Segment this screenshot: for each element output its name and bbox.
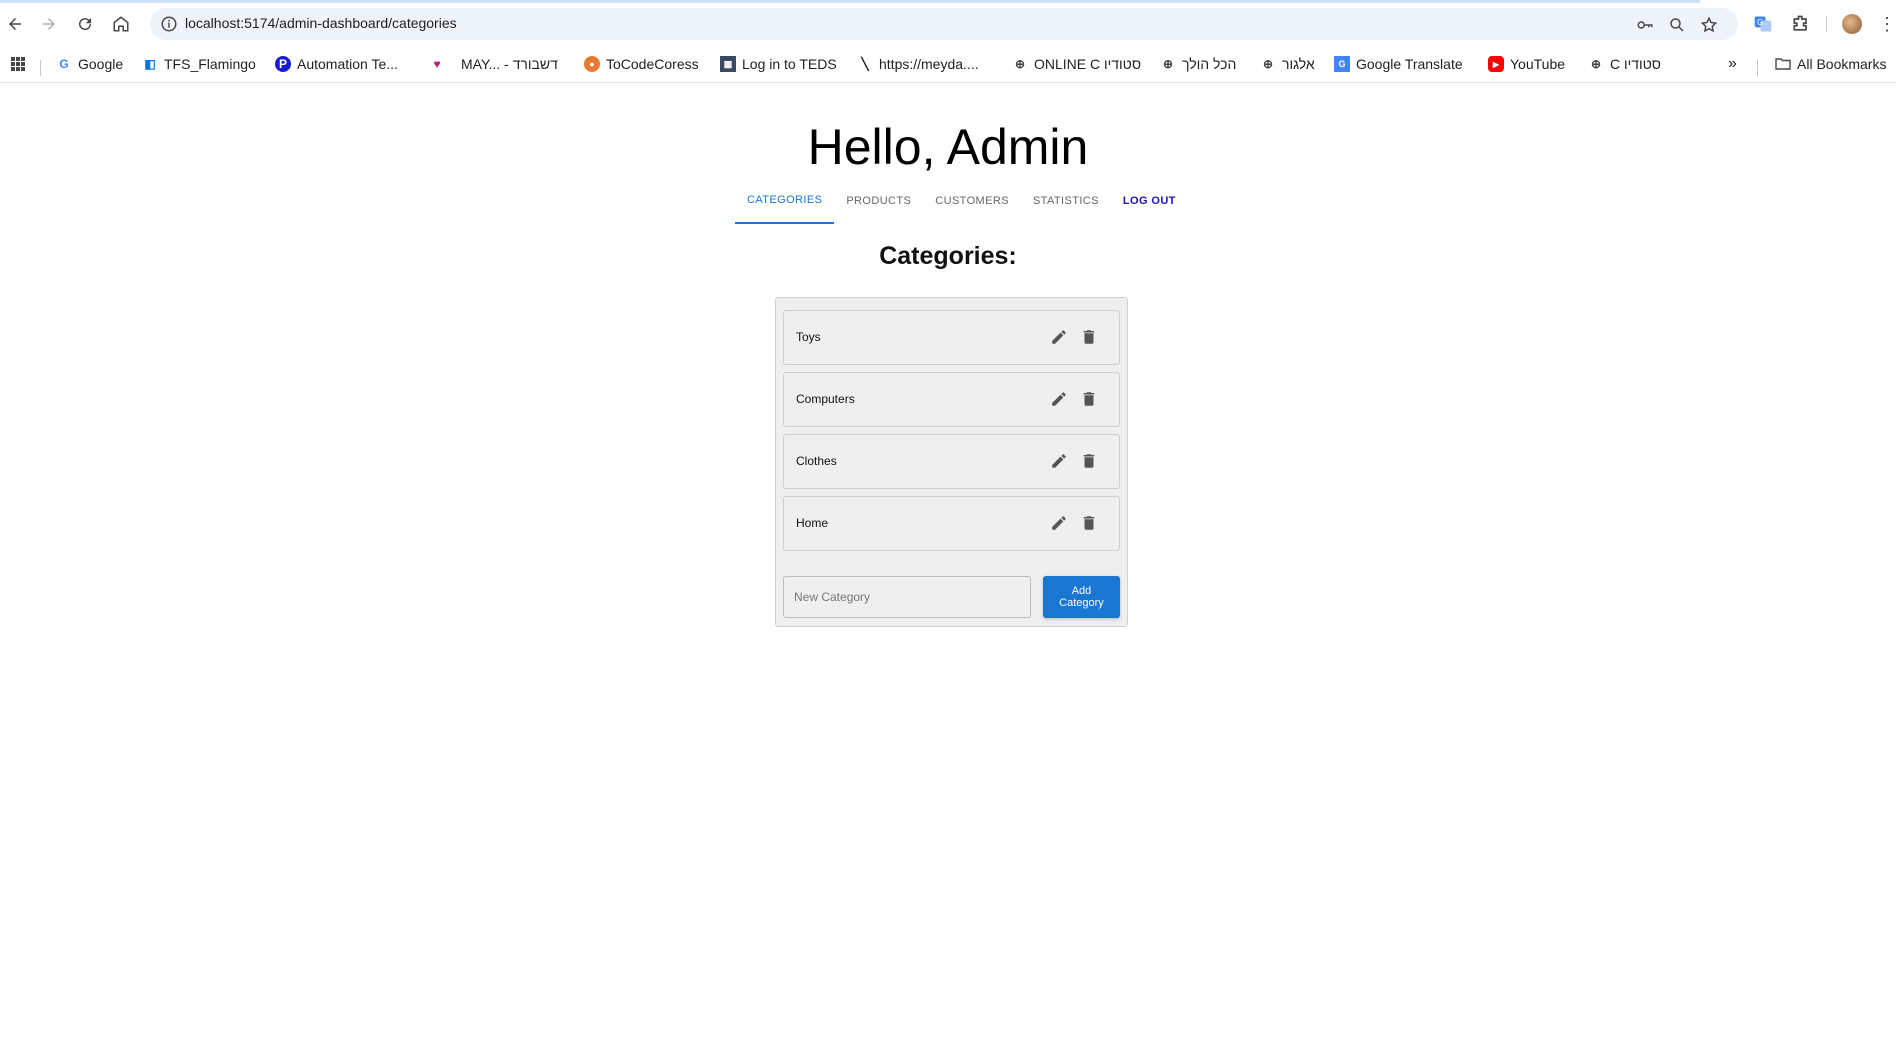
- bookmark-label: ONLINE C סטודיו: [1034, 56, 1142, 72]
- category-item: Clothes: [783, 434, 1120, 489]
- back-icon[interactable]: [0, 9, 30, 39]
- reload-icon[interactable]: [70, 9, 100, 39]
- bookmarks-bar: G Google ◧ TFS_Flamingo P Automation Te.…: [0, 46, 1896, 83]
- bookmark-online-c-studio[interactable]: ⊕ ONLINE C סטודיו: [1012, 54, 1141, 74]
- translate-extension-icon[interactable]: G: [1748, 9, 1778, 39]
- site-info-icon[interactable]: [160, 15, 178, 33]
- bookmark-label: TFS_Flamingo: [164, 56, 256, 72]
- bookmark-may-dashboard[interactable]: ♥ MAY... - דשבורד: [429, 54, 558, 74]
- category-name: Clothes: [796, 454, 837, 468]
- bookmark-label: Automation Te...: [297, 56, 398, 72]
- edit-icon[interactable]: [1050, 328, 1070, 348]
- admin-dashboard-page: Hello, Admin CATEGORIES PRODUCTS CUSTOME…: [0, 82, 1896, 1041]
- home-icon[interactable]: [106, 9, 136, 39]
- edit-icon[interactable]: [1050, 390, 1070, 410]
- bookmarks-overflow-icon[interactable]: »: [1728, 54, 1737, 74]
- globe-icon: ⊕: [1590, 57, 1602, 71]
- add-category-button[interactable]: Add Category: [1043, 576, 1120, 618]
- profile-avatar[interactable]: [1842, 14, 1862, 34]
- zoom-icon[interactable]: [1666, 14, 1688, 36]
- bookmark-tfs-flamingo[interactable]: ◧ TFS_Flamingo: [142, 54, 256, 74]
- teds-icon: ▦: [720, 56, 736, 72]
- browser-toolbar: localhost:5174/admin-dashboard/categorie…: [0, 0, 1896, 46]
- category-name: Home: [796, 516, 829, 530]
- slash-icon: ╲: [861, 57, 869, 71]
- bookmark-youtube[interactable]: ▶ YouTube: [1488, 54, 1565, 74]
- address-bar[interactable]: localhost:5174/admin-dashboard/categorie…: [150, 8, 1738, 40]
- delete-icon[interactable]: [1080, 452, 1100, 472]
- bookmark-label: C סטודיו: [1610, 56, 1661, 72]
- category-item: Toys: [783, 310, 1120, 365]
- tab-statistics[interactable]: STATISTICS: [1021, 178, 1111, 224]
- admin-tabs: CATEGORIES PRODUCTS CUSTOMERS STATISTICS…: [735, 178, 1188, 224]
- browser-menu-icon[interactable]: ⋮: [1878, 14, 1896, 34]
- category-item: Computers: [783, 372, 1120, 427]
- new-category-input[interactable]: [783, 576, 1031, 618]
- bookmark-label: https://meyda....: [879, 56, 979, 72]
- extensions-puzzle-icon[interactable]: [1786, 9, 1816, 39]
- logout-button[interactable]: LOG OUT: [1111, 178, 1188, 224]
- bookmark-label: הכל הולך: [1182, 56, 1237, 72]
- bookmark-label: Google: [78, 56, 124, 72]
- translate-icon: G: [1334, 56, 1350, 72]
- page-load-progress: [0, 0, 1700, 3]
- bookmark-label: ToCodeCoress: [606, 56, 699, 72]
- heart-icon: ♥: [433, 57, 441, 71]
- bookmark-google-translate[interactable]: G Google Translate: [1334, 54, 1463, 74]
- toolbar-divider: [1826, 16, 1827, 32]
- bookmark-hakol-holech[interactable]: ⊕ הכל הולך: [1160, 54, 1236, 74]
- bookmark-teds[interactable]: ▦ Log in to TEDS: [720, 54, 837, 74]
- svg-text:G: G: [1757, 18, 1763, 27]
- folder-icon: [1775, 56, 1791, 72]
- edit-icon[interactable]: [1050, 514, 1070, 534]
- bookmark-label: YouTube: [1510, 56, 1566, 72]
- categories-heading: Categories:: [879, 242, 1017, 270]
- bookmark-google[interactable]: G Google: [56, 54, 123, 74]
- tocode-icon: ●: [584, 56, 600, 72]
- azure-devops-icon: ◧: [144, 57, 156, 71]
- tab-products[interactable]: PRODUCTS: [834, 178, 923, 224]
- tab-categories[interactable]: CATEGORIES: [735, 178, 835, 224]
- bookmark-c-studio[interactable]: ⊕ C סטודיו: [1588, 54, 1661, 74]
- delete-icon[interactable]: [1080, 390, 1100, 410]
- bookmark-automation[interactable]: P Automation Te...: [275, 54, 398, 74]
- bookmark-star-icon[interactable]: [1698, 14, 1720, 36]
- page-greeting: Hello, Admin: [807, 119, 1089, 175]
- globe-icon: ⊕: [1162, 57, 1174, 71]
- bookmark-label: אלגור: [1282, 56, 1315, 72]
- tab-customers[interactable]: CUSTOMERS: [923, 178, 1021, 224]
- bookmarks-divider: [1757, 60, 1758, 76]
- bookmarks-divider: [40, 60, 41, 76]
- forward-icon[interactable]: [34, 9, 64, 39]
- all-bookmarks-button[interactable]: All Bookmarks: [1775, 54, 1886, 74]
- password-key-icon[interactable]: [1634, 14, 1656, 36]
- category-name: Computers: [796, 392, 855, 406]
- bookmark-label: Log in to TEDS: [742, 56, 837, 72]
- globe-icon: ⊕: [1014, 57, 1026, 71]
- youtube-icon: ▶: [1488, 56, 1504, 72]
- globe-icon: ⊕: [1262, 57, 1274, 71]
- category-name: Toys: [796, 330, 821, 344]
- p-logo-icon: P: [275, 56, 291, 72]
- bookmark-label: Google Translate: [1356, 56, 1463, 72]
- delete-icon[interactable]: [1080, 328, 1100, 348]
- url-text[interactable]: localhost:5174/admin-dashboard/categorie…: [185, 15, 457, 31]
- category-item: Home: [783, 496, 1120, 551]
- categories-panel: Toys Computers Clothes Home Add Category: [775, 297, 1128, 627]
- google-icon: G: [59, 57, 69, 71]
- apps-grid-icon[interactable]: [10, 54, 26, 74]
- edit-icon[interactable]: [1050, 452, 1070, 472]
- bookmark-tocodecoress[interactable]: ● ToCodeCoress: [584, 54, 699, 74]
- all-bookmarks-label: All Bookmarks: [1797, 56, 1887, 72]
- bookmark-algor[interactable]: ⊕ אלגור: [1260, 54, 1315, 74]
- bookmark-meyda[interactable]: ╲ https://meyda....: [857, 54, 979, 74]
- bookmark-label: MAY... - דשבורד: [461, 56, 558, 72]
- delete-icon[interactable]: [1080, 514, 1100, 534]
